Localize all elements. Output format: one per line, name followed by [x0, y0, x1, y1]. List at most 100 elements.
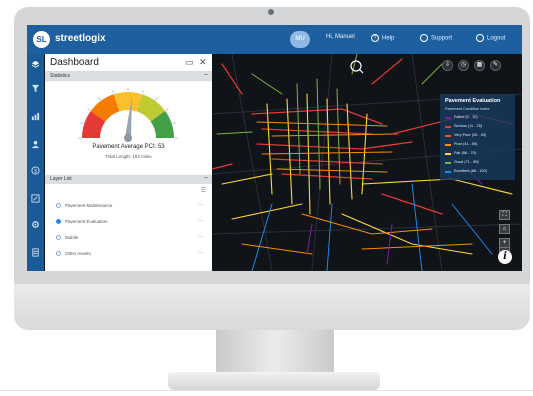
total-length-label: Total Length: 184 miles — [105, 154, 152, 159]
edit-icon[interactable] — [31, 194, 40, 203]
layer-toggle[interactable] — [56, 235, 61, 240]
clock-icon[interactable]: ◷ — [458, 60, 469, 71]
sidebar: $ — [27, 54, 44, 271]
more-icon[interactable]: ··· — [198, 234, 204, 240]
gauge-tick — [112, 90, 114, 94]
more-icon[interactable]: ··· — [198, 218, 204, 224]
statistics-section: Pavement Average PCI: 53 Total Length: 1… — [45, 82, 212, 174]
greeting-text[interactable]: Hi, Manuel — [326, 34, 355, 40]
map-view[interactable]: ⇩ ◷ ▦ ✎ Pavement Evaluation Pavement Con… — [212, 54, 522, 271]
legend-panel: Pavement Evaluation Pavement Condition I… — [440, 94, 515, 180]
filter-icon[interactable] — [31, 84, 40, 93]
legend-label: Good (71 - 85) — [454, 160, 479, 164]
layer-item[interactable]: Pavement Maintenance ··· — [51, 202, 206, 210]
layer-item[interactable]: Other Assets ··· — [51, 250, 206, 258]
help-link[interactable]: ? Help — [371, 34, 394, 42]
layer-list-header[interactable]: Layer List − — [45, 175, 212, 184]
support-label: Support — [431, 35, 453, 42]
chart-icon[interactable] — [31, 112, 40, 121]
legend-item: Poor (41 - 55) — [445, 142, 513, 148]
search-icon[interactable] — [350, 60, 362, 72]
statistics-header[interactable]: Statistics − — [45, 72, 212, 81]
layer-label: Mobile — [65, 235, 79, 240]
svg-text:$: $ — [34, 168, 37, 174]
help-icon: ? — [371, 34, 379, 42]
logout-label: Logout — [487, 35, 506, 42]
power-icon — [476, 34, 484, 42]
legend-label: Very Poor (26 - 40) — [454, 133, 487, 137]
gauge-tick — [87, 108, 91, 111]
list-options-icon[interactable]: ☰ — [201, 187, 206, 194]
more-icon[interactable]: ··· — [198, 202, 204, 208]
collapse-icon[interactable]: − — [199, 72, 208, 80]
logout-link[interactable]: Logout — [476, 34, 505, 42]
dashboard-title: Dashboard — [50, 57, 99, 68]
legend-label: Poor (41 - 55) — [454, 142, 478, 146]
legend-subtitle: Pavement Condition Index — [445, 107, 490, 111]
monitor-chin — [14, 284, 530, 330]
gauge-tick — [165, 108, 169, 111]
statistics-label: Statistics — [50, 73, 71, 79]
headset-icon — [420, 34, 428, 42]
gauge-tick — [172, 122, 176, 124]
legend-swatch — [445, 126, 451, 128]
brand-name: streetlogix — [55, 33, 106, 44]
info-icon[interactable]: i — [498, 250, 512, 264]
legend-swatch — [445, 135, 451, 137]
gauge-tick — [80, 122, 84, 124]
layer-label: Other Assets — [65, 251, 91, 256]
basemap-grid-icon[interactable]: ▦ — [474, 60, 485, 71]
legend-swatch — [445, 117, 451, 119]
help-label: Help — [382, 35, 395, 42]
layer-list: ☰ Pavement Maintenance ··· Pavement Eval… — [45, 184, 212, 271]
layer-toggle[interactable] — [56, 219, 61, 224]
gauge-tick — [142, 90, 144, 94]
monitor-base — [168, 372, 380, 390]
legend-label: Excellent (86 - 100) — [454, 169, 487, 173]
dock-icon[interactable]: ▭ — [185, 57, 194, 68]
average-pci-label: Pavement Average PCI: 53 — [92, 144, 165, 150]
gauge-tick — [98, 97, 101, 101]
monitor-stand — [216, 330, 334, 376]
layer-item[interactable]: Mobile ··· — [51, 234, 206, 242]
layer-toggle[interactable] — [56, 203, 61, 208]
legend-item: Serious (11 - 25) — [445, 124, 513, 130]
gauge-tick — [155, 97, 158, 101]
layer-label: Pavement Evaluation — [65, 219, 108, 224]
collapse-icon[interactable]: − — [199, 175, 208, 183]
legend-label: Failed (0 - 10) — [454, 115, 478, 119]
settings-icon[interactable] — [31, 220, 40, 229]
dashboard-header: Dashboard ▭ ✕ — [45, 54, 212, 72]
legend-swatch — [445, 171, 451, 173]
gauge-hub — [124, 134, 132, 142]
legend-item: Fair (56 - 70) — [445, 151, 513, 157]
dollar-icon[interactable]: $ — [31, 166, 40, 175]
report-icon[interactable] — [31, 248, 40, 257]
user-icon[interactable] — [31, 140, 40, 149]
support-link[interactable]: Support — [420, 34, 452, 42]
floor-line — [0, 390, 533, 391]
fullscreen-icon[interactable]: ⛶ — [499, 210, 510, 220]
legend-label: Fair (56 - 70) — [454, 151, 476, 155]
legend-item: Failed (0 - 10) — [445, 115, 513, 121]
legend-swatch — [445, 144, 451, 146]
download-icon[interactable]: ⇩ — [442, 60, 453, 71]
app-screen: SL streetlogix MU Hi, Manuel ? Help Suppo… — [27, 25, 522, 271]
legend-title: Pavement Evaluation — [445, 98, 501, 104]
layer-toggle[interactable] — [56, 251, 61, 256]
avatar[interactable]: MU — [290, 31, 310, 48]
legend-swatch — [445, 153, 451, 155]
home-icon[interactable]: ⌂ — [499, 224, 510, 234]
logo-icon[interactable]: SL — [33, 31, 50, 48]
layer-item[interactable]: Pavement Evaluation ··· — [51, 218, 206, 226]
pencil-icon[interactable]: ✎ — [490, 60, 501, 71]
close-icon[interactable]: ✕ — [199, 57, 207, 68]
layers-icon[interactable] — [31, 60, 40, 69]
legend-item: Good (71 - 85) — [445, 160, 513, 166]
more-icon[interactable]: ··· — [198, 250, 204, 256]
legend-item: Excellent (86 - 100) — [445, 169, 513, 175]
legend-item: Very Poor (26 - 40) — [445, 133, 513, 139]
webcam — [268, 9, 274, 15]
legend-swatch — [445, 162, 451, 164]
legend-label: Serious (11 - 25) — [454, 124, 482, 128]
